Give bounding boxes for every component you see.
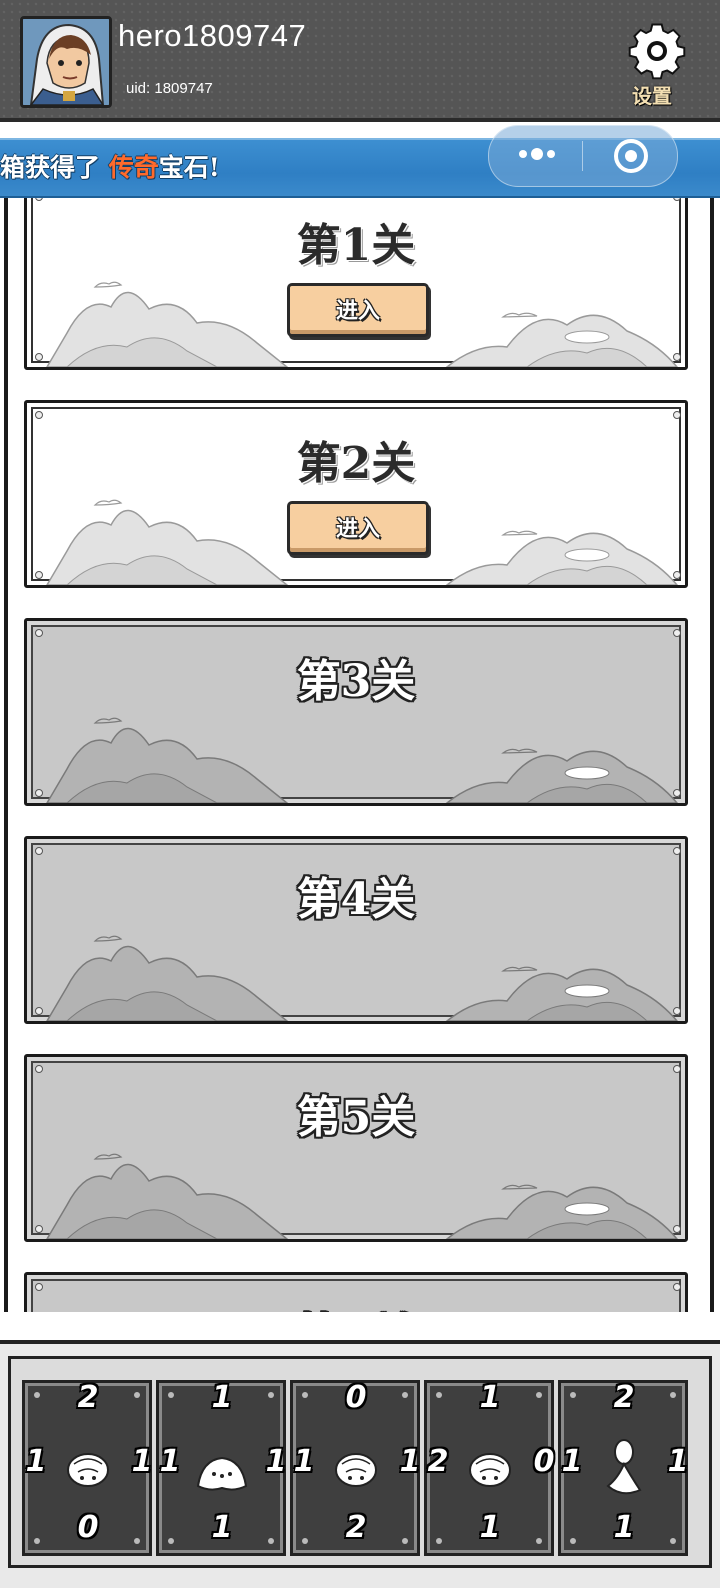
card-stat-bottom: 1	[211, 1510, 233, 1545]
gear-icon	[628, 23, 686, 80]
card-rivet	[134, 1392, 140, 1398]
level-title: 第4关	[296, 874, 416, 925]
card-rivet	[402, 1392, 408, 1398]
announcement-text-after: 宝石!	[158, 153, 220, 182]
rivet	[673, 847, 681, 855]
card-rivet	[168, 1538, 174, 1544]
creature-card[interactable]: 0112	[290, 1380, 420, 1556]
card-stat-left: 1	[293, 1444, 315, 1479]
card-rivet	[134, 1538, 140, 1544]
level-card-2[interactable]: 第2关进入	[24, 400, 688, 588]
card-rivet	[302, 1538, 308, 1544]
card-stat-top: 2	[77, 1380, 99, 1415]
card-stat-bottom: 0	[77, 1510, 99, 1545]
card-rivet	[402, 1538, 408, 1544]
rivet	[35, 571, 43, 579]
shell-creature-icon	[67, 1453, 109, 1487]
player-avatar[interactable]	[20, 16, 112, 108]
creature-card[interactable]: 1111	[156, 1380, 286, 1556]
card-rivet	[436, 1392, 442, 1398]
level-title: 第3关	[296, 656, 416, 707]
capsule-divider	[582, 141, 583, 171]
ghost-creature-icon	[606, 1439, 642, 1495]
level-title: 第5关	[296, 1092, 416, 1143]
miniprogram-capsule	[488, 125, 678, 187]
card-stat-left: 1	[561, 1444, 583, 1479]
shell-creature-icon	[469, 1453, 511, 1487]
card-rivet	[268, 1392, 274, 1398]
level-title: 第2关	[296, 438, 416, 489]
rivet	[35, 847, 43, 855]
level-card-1[interactable]: 第1关进入	[24, 182, 688, 370]
card-rivet	[34, 1392, 40, 1398]
slime-creature-icon	[196, 1456, 248, 1491]
creature-card[interactable]: 2111	[558, 1380, 688, 1556]
rivet	[35, 629, 43, 637]
card-stat-bottom: 2	[345, 1510, 367, 1545]
rivet	[673, 1065, 681, 1073]
card-rivet	[670, 1392, 676, 1398]
card-rivet	[570, 1392, 576, 1398]
card-rivet	[168, 1392, 174, 1398]
rivet	[35, 1065, 43, 1073]
rivet	[673, 1007, 681, 1015]
card-rivet	[268, 1538, 274, 1544]
rivet	[673, 411, 681, 419]
list-bottom-edge	[0, 1312, 720, 1342]
rivet	[35, 411, 43, 419]
level-card-3: 第3关	[24, 618, 688, 806]
level-title: 第1关	[296, 220, 416, 271]
card-rivet	[34, 1538, 40, 1544]
card-rivet	[536, 1538, 542, 1544]
card-stat-top: 2	[613, 1380, 635, 1415]
top-bar: hero1809747 uid: 1809747 设置	[0, 0, 720, 122]
more-options-icon[interactable]	[515, 142, 559, 166]
enter-level-button[interactable]: 进入	[287, 501, 429, 555]
rivet	[35, 353, 43, 361]
card-stat-top: 1	[479, 1380, 501, 1415]
player-uid: uid: 1809747	[126, 80, 213, 97]
announcement-highlight: 传奇	[108, 153, 159, 182]
close-miniprogram-icon[interactable]	[613, 138, 649, 174]
settings-button[interactable]: 设置	[624, 20, 694, 110]
rivet	[35, 1225, 43, 1233]
card-hand-panel: 2110 1111 0112 1201 2111	[8, 1356, 712, 1568]
settings-label: 设置	[632, 84, 672, 108]
level-card-4: 第4关	[24, 836, 688, 1024]
rivet	[673, 353, 681, 361]
shell-creature-icon	[335, 1453, 377, 1487]
card-stat-left: 2	[427, 1444, 449, 1479]
rivet	[673, 571, 681, 579]
rivet	[673, 1283, 681, 1291]
card-rivet	[670, 1538, 676, 1544]
hero-portrait-icon	[23, 19, 109, 105]
rivet	[35, 1283, 43, 1291]
player-username: hero1809747	[118, 18, 307, 53]
card-rivet	[536, 1392, 542, 1398]
rivet	[673, 629, 681, 637]
rivet	[673, 1225, 681, 1233]
card-stat-left: 1	[25, 1444, 47, 1479]
card-rivet	[302, 1392, 308, 1398]
level-card-5: 第5关	[24, 1054, 688, 1242]
rivet	[35, 789, 43, 797]
creature-card[interactable]: 1201	[424, 1380, 554, 1556]
card-stat-left: 1	[159, 1444, 181, 1479]
card-stat-top: 0	[345, 1380, 367, 1415]
card-stat-right: 1	[667, 1444, 689, 1479]
card-rivet	[436, 1538, 442, 1544]
rivet	[35, 1007, 43, 1015]
enter-level-button[interactable]: 进入	[287, 283, 429, 337]
card-stat-top: 1	[211, 1380, 233, 1415]
announcement-text: 箱获得了 传奇宝石!	[0, 148, 220, 184]
creature-card[interactable]: 2110	[22, 1380, 152, 1556]
card-rivet	[570, 1538, 576, 1544]
rivet	[673, 789, 681, 797]
card-stat-bottom: 1	[479, 1510, 501, 1545]
card-stat-bottom: 1	[613, 1510, 635, 1545]
announcement-text-before: 箱获得了	[0, 153, 101, 182]
card-hand-bar: 2110 1111 0112 1201 2111	[0, 1340, 720, 1588]
